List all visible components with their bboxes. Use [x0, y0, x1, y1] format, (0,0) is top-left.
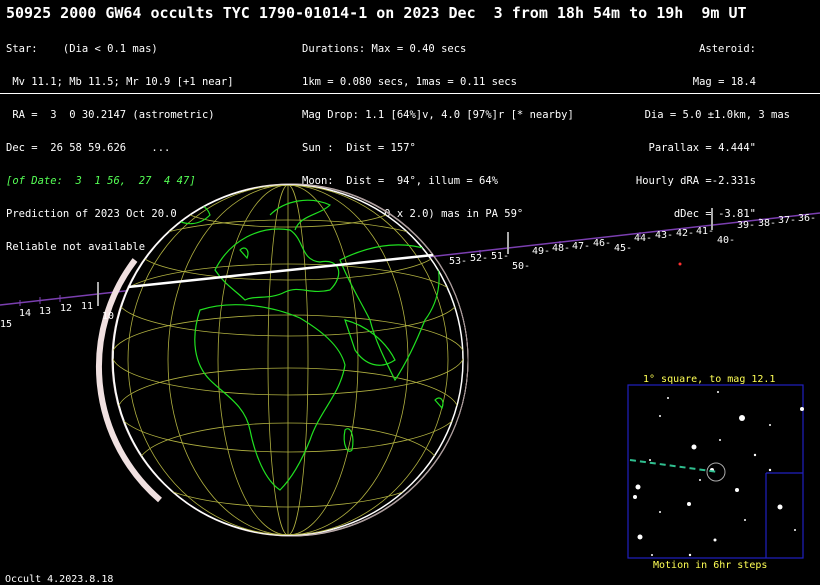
track-label: 14 [19, 308, 32, 319]
track-label: 10 [102, 311, 115, 322]
track-label: 49- [532, 246, 551, 257]
track-label: 40- [717, 235, 736, 246]
track-label: 43- [655, 230, 674, 241]
finder-motion-path [629, 459, 719, 473]
version-label: Occult 4.2023.8.18 [5, 574, 114, 585]
track-label: 12 [60, 303, 73, 314]
occultation-map [0, 183, 820, 559]
track-label: 37- [778, 215, 797, 226]
track-label: 15 [0, 319, 13, 330]
track-label: 53- [449, 256, 468, 267]
track-label: 13 [39, 306, 52, 317]
track-label: 39- [737, 220, 756, 231]
track-label: 41- [696, 226, 715, 237]
track-labels-right: 53- 52- 51- 50- 49- 48- 47- 46- 45- 44- … [0, 0, 816, 272]
track-label: 52- [470, 253, 489, 264]
sub-asteroid-point [678, 262, 682, 266]
track-label: 45- [614, 243, 633, 254]
finder-caption: Motion in 6hr steps [653, 560, 768, 571]
track-label: 44- [634, 233, 653, 244]
finder-chart [627, 384, 804, 559]
track-label: 36- [798, 213, 817, 224]
track-label: 11 [81, 301, 94, 312]
track-label: 50- [512, 261, 531, 272]
track-label: 51- [491, 251, 510, 262]
track-label: 48- [552, 243, 571, 254]
track-label: 47- [572, 241, 591, 252]
track-label: 42- [676, 228, 695, 239]
track-label: 38- [758, 218, 777, 229]
finder-title: 1° square, to mag 12.1 [643, 374, 776, 385]
track-label: 46- [593, 238, 612, 249]
target-star-circle [706, 462, 726, 482]
